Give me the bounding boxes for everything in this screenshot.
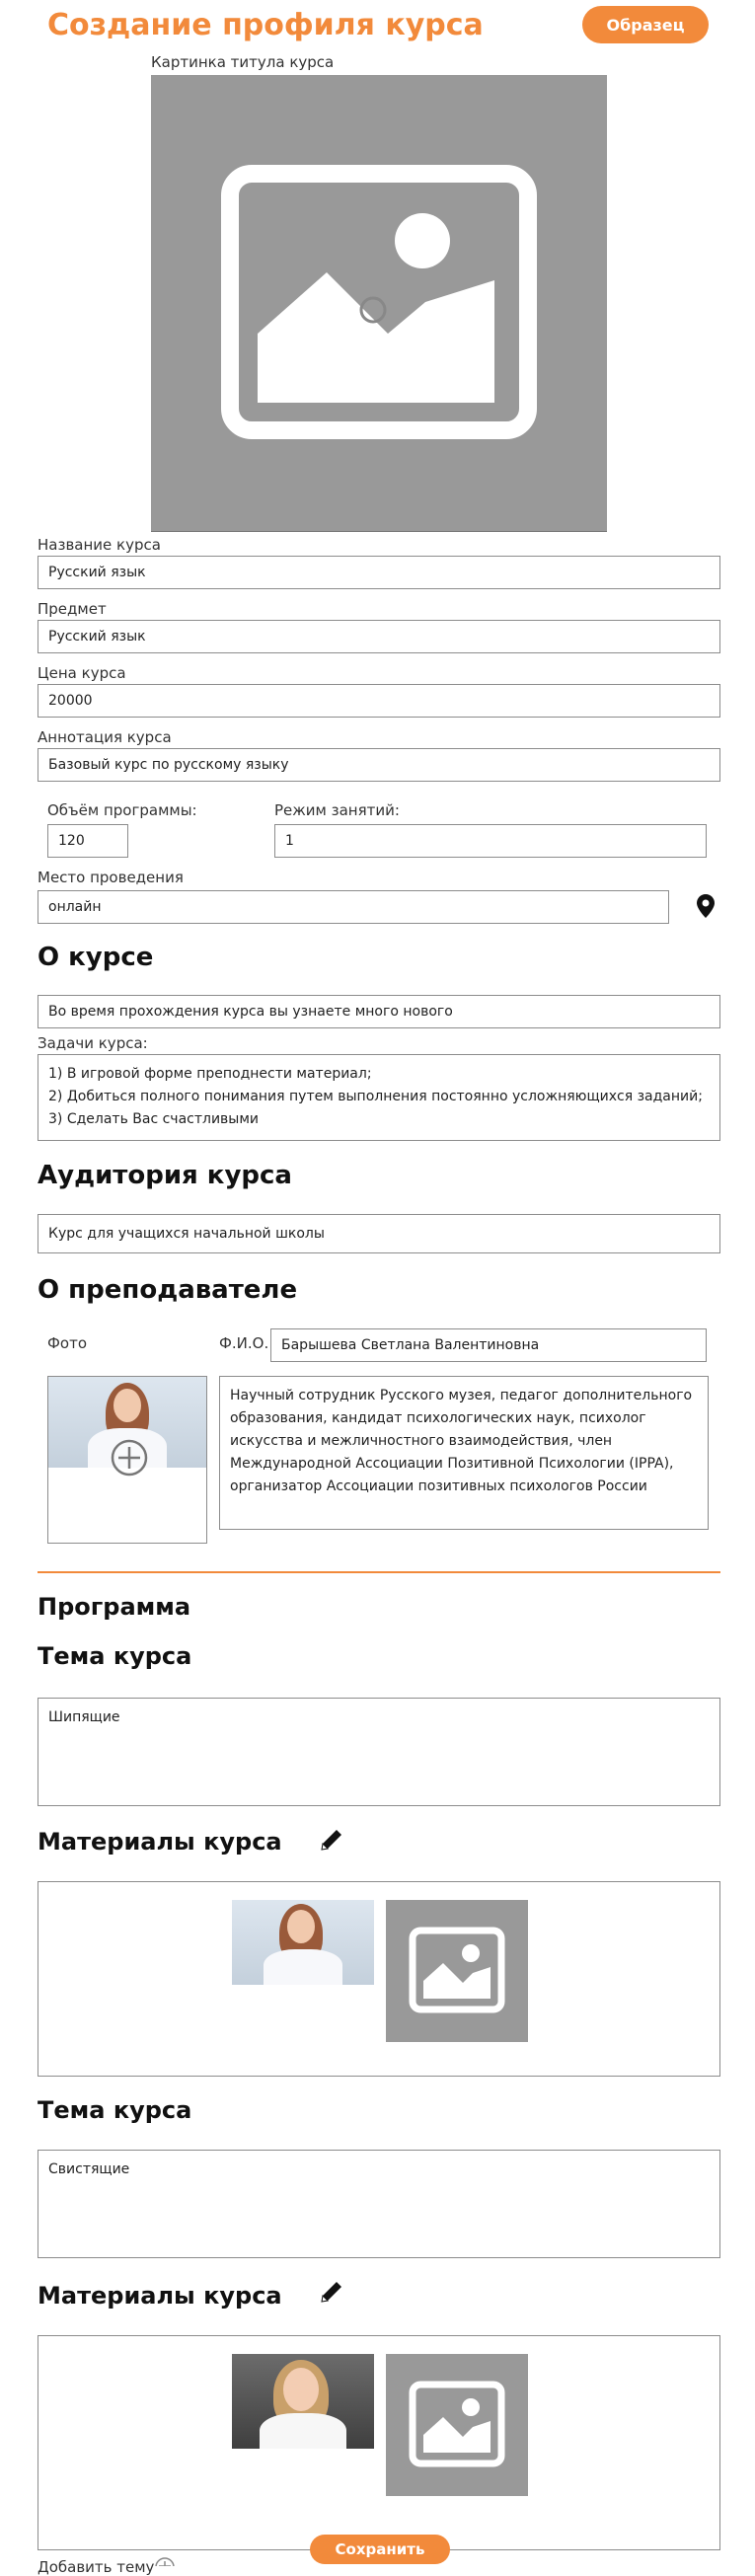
plus-circle-icon[interactable] (110, 1438, 149, 1477)
subject-label: Предмет (38, 600, 107, 618)
cover-label: Картинка титула курса (151, 53, 335, 71)
fio-label: Ф.И.О. (219, 1334, 269, 1352)
image-placeholder-icon (221, 165, 537, 439)
tasks-label: Задачи курса: (38, 1034, 148, 1052)
price-input[interactable]: 20000 (38, 684, 720, 718)
mode-input[interactable]: 1 (274, 824, 707, 858)
material-photo[interactable] (232, 1900, 374, 1985)
tasks-textarea[interactable]: 1) В игровой форме преподнести материал;… (38, 1054, 720, 1141)
photo-label: Фото (47, 1334, 88, 1352)
cover-image[interactable] (151, 75, 607, 532)
materials-box[interactable] (38, 1881, 720, 2077)
material-photo[interactable] (232, 2354, 374, 2449)
materials-box[interactable] (38, 2335, 720, 2550)
section-divider (38, 1571, 720, 1573)
volume-label: Объём программы: (47, 801, 197, 819)
topic-textarea[interactable]: Свистящие (38, 2150, 720, 2258)
task-item: 1) В игровой форме преподнести материал; (48, 1066, 372, 1082)
course-name-input[interactable]: Русский язык (38, 556, 720, 589)
sample-button[interactable]: Образец (582, 6, 709, 43)
pencil-icon[interactable] (318, 2278, 345, 2306)
topic-textarea[interactable]: Шипящие (38, 1698, 720, 1806)
material-image-placeholder[interactable] (386, 1900, 528, 2042)
materials-heading: Материалы курса (38, 1828, 282, 1856)
materials-heading: Материалы курса (38, 2282, 282, 2310)
place-input[interactable]: онлайн (38, 890, 669, 924)
task-item: 2) Добиться полного понимания путем выпо… (48, 1089, 703, 1104)
location-pin-icon[interactable] (697, 894, 715, 918)
about-heading: О курсе (38, 943, 154, 972)
price-label: Цена курса (38, 664, 126, 682)
teacher-photo-box[interactable] (47, 1376, 207, 1544)
image-placeholder-icon (409, 2381, 505, 2467)
add-topic-link-text[interactable]: Добавить тему (38, 2558, 154, 2576)
place-label: Место проведения (38, 869, 184, 886)
plus-circle-icon[interactable] (154, 2556, 176, 2566)
subject-input[interactable]: Русский язык (38, 620, 720, 653)
fio-input[interactable]: Барышева Светлана Валентиновна (270, 1328, 707, 1362)
page-title: Создание профиля курса (47, 8, 484, 42)
bio-textarea[interactable]: Научный сотрудник Русского музея, педаго… (219, 1376, 709, 1530)
about-input[interactable]: Во время прохождения курса вы узнаете мн… (38, 995, 720, 1028)
task-item: 3) Сделать Вас счастливыми (48, 1111, 260, 1127)
topic-heading: Тема курса (38, 2096, 192, 2124)
pencil-icon[interactable] (318, 1826, 345, 1854)
program-heading: Программа (38, 1593, 191, 1621)
annotation-label: Аннотация курса (38, 728, 172, 746)
teacher-heading: О преподавателе (38, 1275, 298, 1305)
course-name-label: Название курса (38, 536, 161, 554)
material-image-placeholder[interactable] (386, 2354, 528, 2496)
save-button[interactable]: Сохранить (310, 2535, 450, 2564)
audience-heading: Аудитория курса (38, 1161, 292, 1190)
volume-input[interactable]: 120 (47, 824, 128, 858)
mode-label: Режим занятий: (274, 801, 400, 819)
image-placeholder-icon (409, 1927, 505, 2013)
annotation-input[interactable]: Базовый курс по русскому языку (38, 748, 720, 782)
topic-heading: Тема курса (38, 1642, 192, 1670)
audience-input[interactable]: Курс для учащихся начальной школы (38, 1214, 720, 1253)
